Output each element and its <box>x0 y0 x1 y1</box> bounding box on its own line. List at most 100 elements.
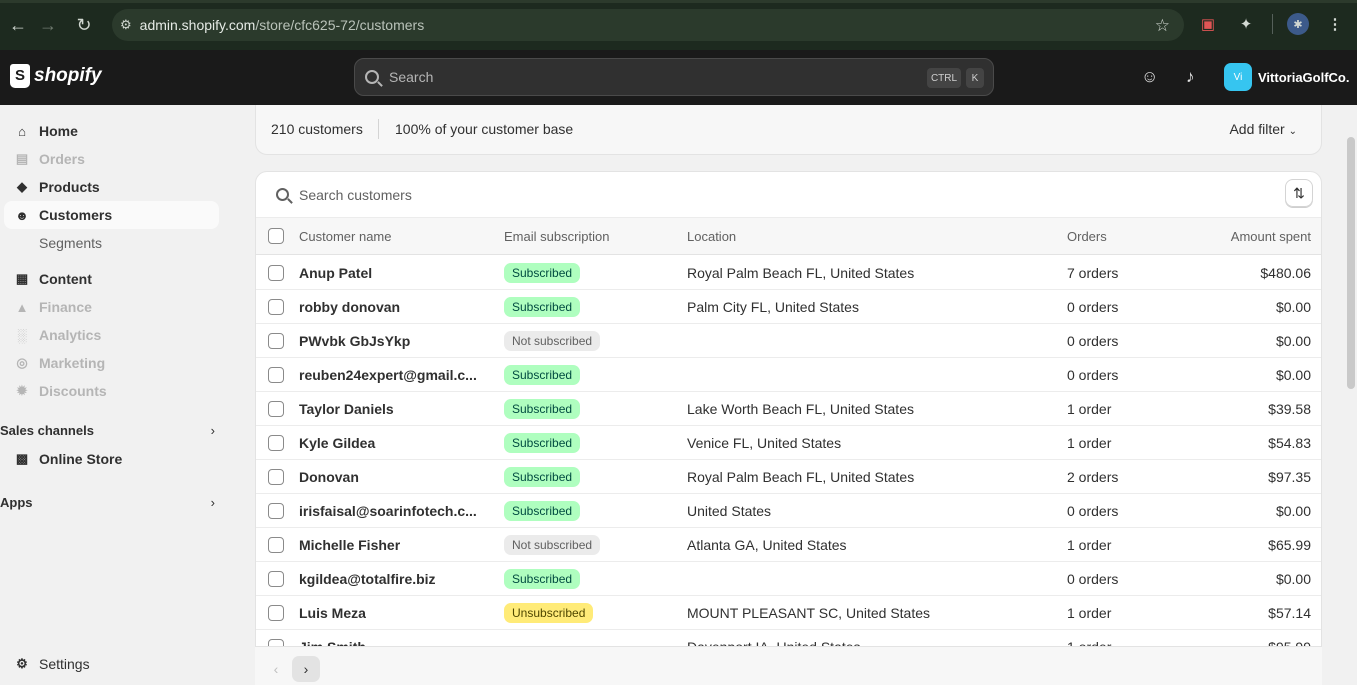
customer-name[interactable]: Anup Patel <box>299 256 372 289</box>
table-row[interactable]: robby donovan Subscribed Palm City FL, Uni… <box>256 290 1321 324</box>
customer-name[interactable]: reuben24expert@gmail.c... <box>299 358 477 391</box>
sidebar-item-content[interactable]: ▦ Content <box>4 265 219 293</box>
customer-location: MOUNT PLEASANT SC, United States <box>687 604 931 621</box>
global-search[interactable]: Search CTRL K <box>354 58 994 96</box>
sales-channels-section[interactable]: Sales channels › <box>0 423 219 438</box>
table-row[interactable]: Donovan Subscribed Royal Palm Beach FL, Un… <box>256 460 1321 494</box>
customer-location: Royal Palm Beach FL, United States <box>687 264 915 281</box>
customer-name[interactable]: Luis Meza <box>299 596 366 629</box>
sidebar-item-discounts[interactable]: ✹ Discounts <box>4 377 219 405</box>
table-row[interactable]: kgildea@totalfire.biz Subscribed 0 orders $… <box>256 562 1321 596</box>
header-orders[interactable]: Orders <box>1067 218 1107 254</box>
customer-name[interactable]: kgildea@totalfire.biz <box>299 562 436 595</box>
sort-button[interactable]: ⇅ <box>1285 179 1313 207</box>
customer-location: Royal Palm Beach FL, United States <box>687 468 915 485</box>
apps-section[interactable]: Apps › <box>0 495 219 510</box>
profile-avatar-icon[interactable]: ✱ <box>1287 13 1309 35</box>
table-row[interactable]: Taylor Daniels Subscribed Lake Worth Beach… <box>256 392 1321 426</box>
customer-amount-spent: $97.35 <box>1268 468 1311 485</box>
row-checkbox[interactable] <box>268 468 284 485</box>
forward-icon[interactable]: → <box>30 7 66 43</box>
customer-orders: 2 orders <box>1067 468 1119 485</box>
customer-orders: 0 orders <box>1067 298 1119 315</box>
add-filter-button[interactable]: Add filter ⌄ <box>1229 121 1297 137</box>
customer-orders: 0 orders <box>1067 502 1119 519</box>
search-icon <box>276 188 289 201</box>
customer-orders: 7 orders <box>1067 264 1119 281</box>
row-checkbox[interactable] <box>268 570 284 587</box>
sidebar-item-products[interactable]: ◆ Products <box>4 173 219 201</box>
apps-label: Apps <box>0 495 33 510</box>
subscription-badge: Unsubscribed <box>504 602 594 623</box>
row-checkbox[interactable] <box>268 502 284 519</box>
sidebar-item-segments[interactable]: Segments <box>4 229 219 257</box>
discount-icon: ✹ <box>16 383 28 398</box>
puzzle-icon[interactable]: ✦ <box>1234 12 1258 36</box>
orders-icon: ▤ <box>15 151 29 166</box>
address-bar[interactable]: ⚙ admin.shopify.com/store/cfc625-72/cust… <box>112 9 1184 41</box>
customer-name[interactable]: robby donovan <box>299 290 400 323</box>
bar-chart-icon: ░ <box>17 327 27 343</box>
header-amount-spent[interactable]: Amount spent <box>1156 218 1311 254</box>
extension-icon[interactable]: ▣ <box>1196 12 1220 36</box>
table-row[interactable]: Anup Patel Subscribed Royal Palm Beach FL,… <box>256 256 1321 290</box>
customer-name[interactable]: Donovan <box>299 460 359 493</box>
sidebar-item-orders[interactable]: ▤ Orders <box>4 145 219 173</box>
header-customer-name[interactable]: Customer name <box>299 218 391 254</box>
bell-icon[interactable]: ♪ <box>1186 67 1195 87</box>
customer-name[interactable]: Kyle Gildea <box>299 426 375 459</box>
sidebar-item-online-store[interactable]: ▩ Online Store <box>4 445 219 473</box>
table-row[interactable]: PWvbk GbJsYkp Not subscribed 0 orders $0.00 <box>256 324 1321 358</box>
sidebar-item-settings[interactable]: ⚙ Settings <box>4 650 219 678</box>
customer-search-input[interactable]: Search customers <box>256 172 1321 218</box>
sidebar-item-marketing[interactable]: ◎ Marketing <box>4 349 219 377</box>
bank-icon: ▲ <box>15 299 29 315</box>
table-row[interactable]: irisfaisal@soarinfotech.c... Subscribed Un… <box>256 494 1321 528</box>
customer-name[interactable]: Michelle Fisher <box>299 528 400 561</box>
row-checkbox[interactable] <box>268 264 284 281</box>
row-checkbox[interactable] <box>268 400 284 417</box>
row-checkbox[interactable] <box>268 604 284 621</box>
table-row[interactable]: Michelle Fisher Not subscribed Atlanta GA,… <box>256 528 1321 562</box>
header-email-subscription[interactable]: Email subscription <box>504 218 610 254</box>
table-row[interactable]: Kyle Gildea Subscribed Venice FL, United S… <box>256 426 1321 460</box>
header-location[interactable]: Location <box>687 218 736 254</box>
sidebar-item-finance[interactable]: ▲ Finance <box>4 293 219 321</box>
reload-icon[interactable]: ↻ <box>66 7 102 43</box>
shopify-logo[interactable]: shopify <box>10 64 102 88</box>
row-checkbox[interactable] <box>268 434 284 451</box>
table-row[interactable]: Luis Meza Unsubscribed MOUNT PLEASANT SC, … <box>256 596 1321 630</box>
customer-name[interactable]: irisfaisal@soarinfotech.c... <box>299 494 477 527</box>
sidebar-item-customers[interactable]: ☻ Customers <box>4 201 219 229</box>
bookmark-star-icon[interactable]: ☆ <box>1155 16 1170 36</box>
sidebar-item-analytics[interactable]: ░ Analytics <box>4 321 219 349</box>
customer-location: Atlanta GA, United States <box>687 536 847 553</box>
row-checkbox[interactable] <box>268 332 284 349</box>
customer-orders: 0 orders <box>1067 570 1119 587</box>
shortcut-k: K <box>966 68 984 88</box>
sidebar-item-home[interactable]: ⌂ Home <box>4 117 219 145</box>
sidekick-icon[interactable]: ☺ <box>1141 67 1158 87</box>
divider <box>1272 14 1273 34</box>
customer-name[interactable]: PWvbk GbJsYkp <box>299 324 410 357</box>
customer-orders: 1 order <box>1067 400 1112 417</box>
store-menu[interactable]: Vi VittoriaGolfCo. <box>1224 63 1349 91</box>
site-info-icon[interactable]: ⚙ <box>120 17 132 33</box>
scrollbar-thumb[interactable] <box>1347 137 1355 389</box>
customer-orders: 1 order <box>1067 604 1112 621</box>
chevron-right-icon: › <box>210 495 215 510</box>
customer-name[interactable]: Taylor Daniels <box>299 392 394 425</box>
select-all-checkbox[interactable] <box>268 228 284 244</box>
table-row[interactable]: reuben24expert@gmail.c... Subscribed 0 ord… <box>256 358 1321 392</box>
row-checkbox[interactable] <box>268 366 284 383</box>
next-page-button[interactable]: › <box>292 656 320 682</box>
row-checkbox[interactable] <box>268 536 284 553</box>
url-text: admin.shopify.com/store/cfc625-72/custom… <box>139 17 425 33</box>
row-checkbox[interactable] <box>268 298 284 315</box>
subscription-badge: Subscribed <box>504 364 581 385</box>
page-scrollbar[interactable] <box>1345 105 1357 685</box>
tag-icon: ◆ <box>17 179 27 194</box>
customer-amount-spent: $480.06 <box>1260 264 1311 281</box>
more-menu-icon[interactable]: ⋮ <box>1323 12 1347 36</box>
previous-page-button[interactable]: ‹ <box>262 656 290 682</box>
